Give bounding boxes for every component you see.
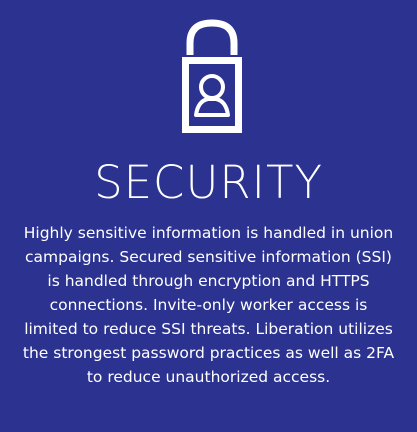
section-title: SECURITY [94,156,323,209]
lock-with-person-icon [176,19,248,137]
section-description: Highly sensitive information is handled … [22,224,395,386]
security-panel: SECURITY Highly sensitive information is… [0,0,417,432]
